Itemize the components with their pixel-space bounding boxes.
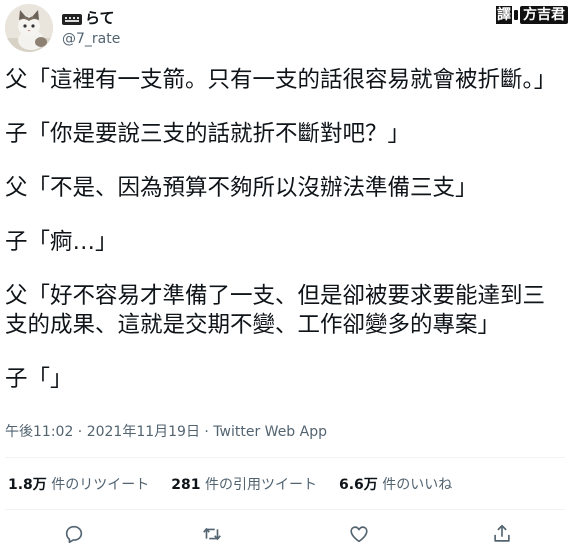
tweet-actions (0, 520, 572, 548)
quote-stat[interactable]: 281 件の引用ツイート (171, 476, 317, 494)
watermark-name: 方吉君 (520, 6, 568, 24)
like-button[interactable] (345, 520, 373, 548)
tweet-header: らて @7_rate 譯 方吉君 (0, 0, 572, 60)
retweet-count: 1.8万 (8, 477, 47, 493)
reply-button[interactable] (60, 520, 88, 548)
watermark-prefix: 譯 (496, 6, 512, 24)
tweet-line: 子「你是要說三支的話就折不斷對吧？」 (5, 121, 411, 147)
author-block[interactable]: らて @7_rate (62, 8, 120, 48)
handle[interactable]: @7_rate (62, 30, 120, 48)
translator-watermark: 譯 方吉君 (496, 6, 568, 24)
quote-label: 件の引用ツイート (204, 477, 317, 493)
tweet-line: 父「這裡有一支箭。只有一支的話很容易就會被折斷。」 (5, 67, 557, 93)
cat-avatar-image (5, 4, 53, 52)
retweet-label: 件のリツイート (51, 477, 150, 493)
share-icon (494, 524, 510, 542)
tweet-timestamp[interactable]: 午後11:02 · 2021年11月19日 · Twitter Web App (5, 423, 327, 441)
tweet-line: 子「」 (5, 366, 73, 392)
like-label: 件のいいね (382, 477, 453, 493)
tweet-stats: 1.8万 件のリツイート 281 件の引用ツイート 6.6万 件のいいね (8, 476, 452, 494)
tweet-line: 子「痾…」 (5, 229, 118, 255)
display-name-text: らて (85, 9, 115, 27)
watermark-separator (514, 10, 518, 20)
like-count: 6.6万 (338, 477, 378, 493)
display-name[interactable]: らて (62, 8, 120, 28)
tweet-line: 父「不是、因為預算不夠所以沒辦法準備三支」 (5, 175, 478, 201)
divider (5, 509, 565, 510)
avatar[interactable] (5, 4, 53, 52)
tweet-line: 父「好不容易才準備了一支、但是卻被要求要能達到三支的成果、這就是交期不變、工作卻… (5, 283, 546, 338)
reply-icon (65, 525, 83, 544)
quote-count: 281 (171, 477, 201, 493)
like-stat[interactable]: 6.6万 件のいいね (339, 476, 452, 494)
keyboard-icon (62, 13, 82, 25)
divider (5, 457, 565, 458)
retweet-button[interactable] (198, 520, 226, 548)
retweet-icon (203, 527, 221, 541)
retweet-stat[interactable]: 1.8万 件のリツイート (8, 476, 149, 494)
share-button[interactable] (488, 520, 516, 548)
tweet-text: 父「這裡有一支箭。只有一支的話很容易就會被折斷。」 子「你是要說三支的話就折不斷… (5, 66, 565, 419)
heart-icon (350, 526, 368, 543)
